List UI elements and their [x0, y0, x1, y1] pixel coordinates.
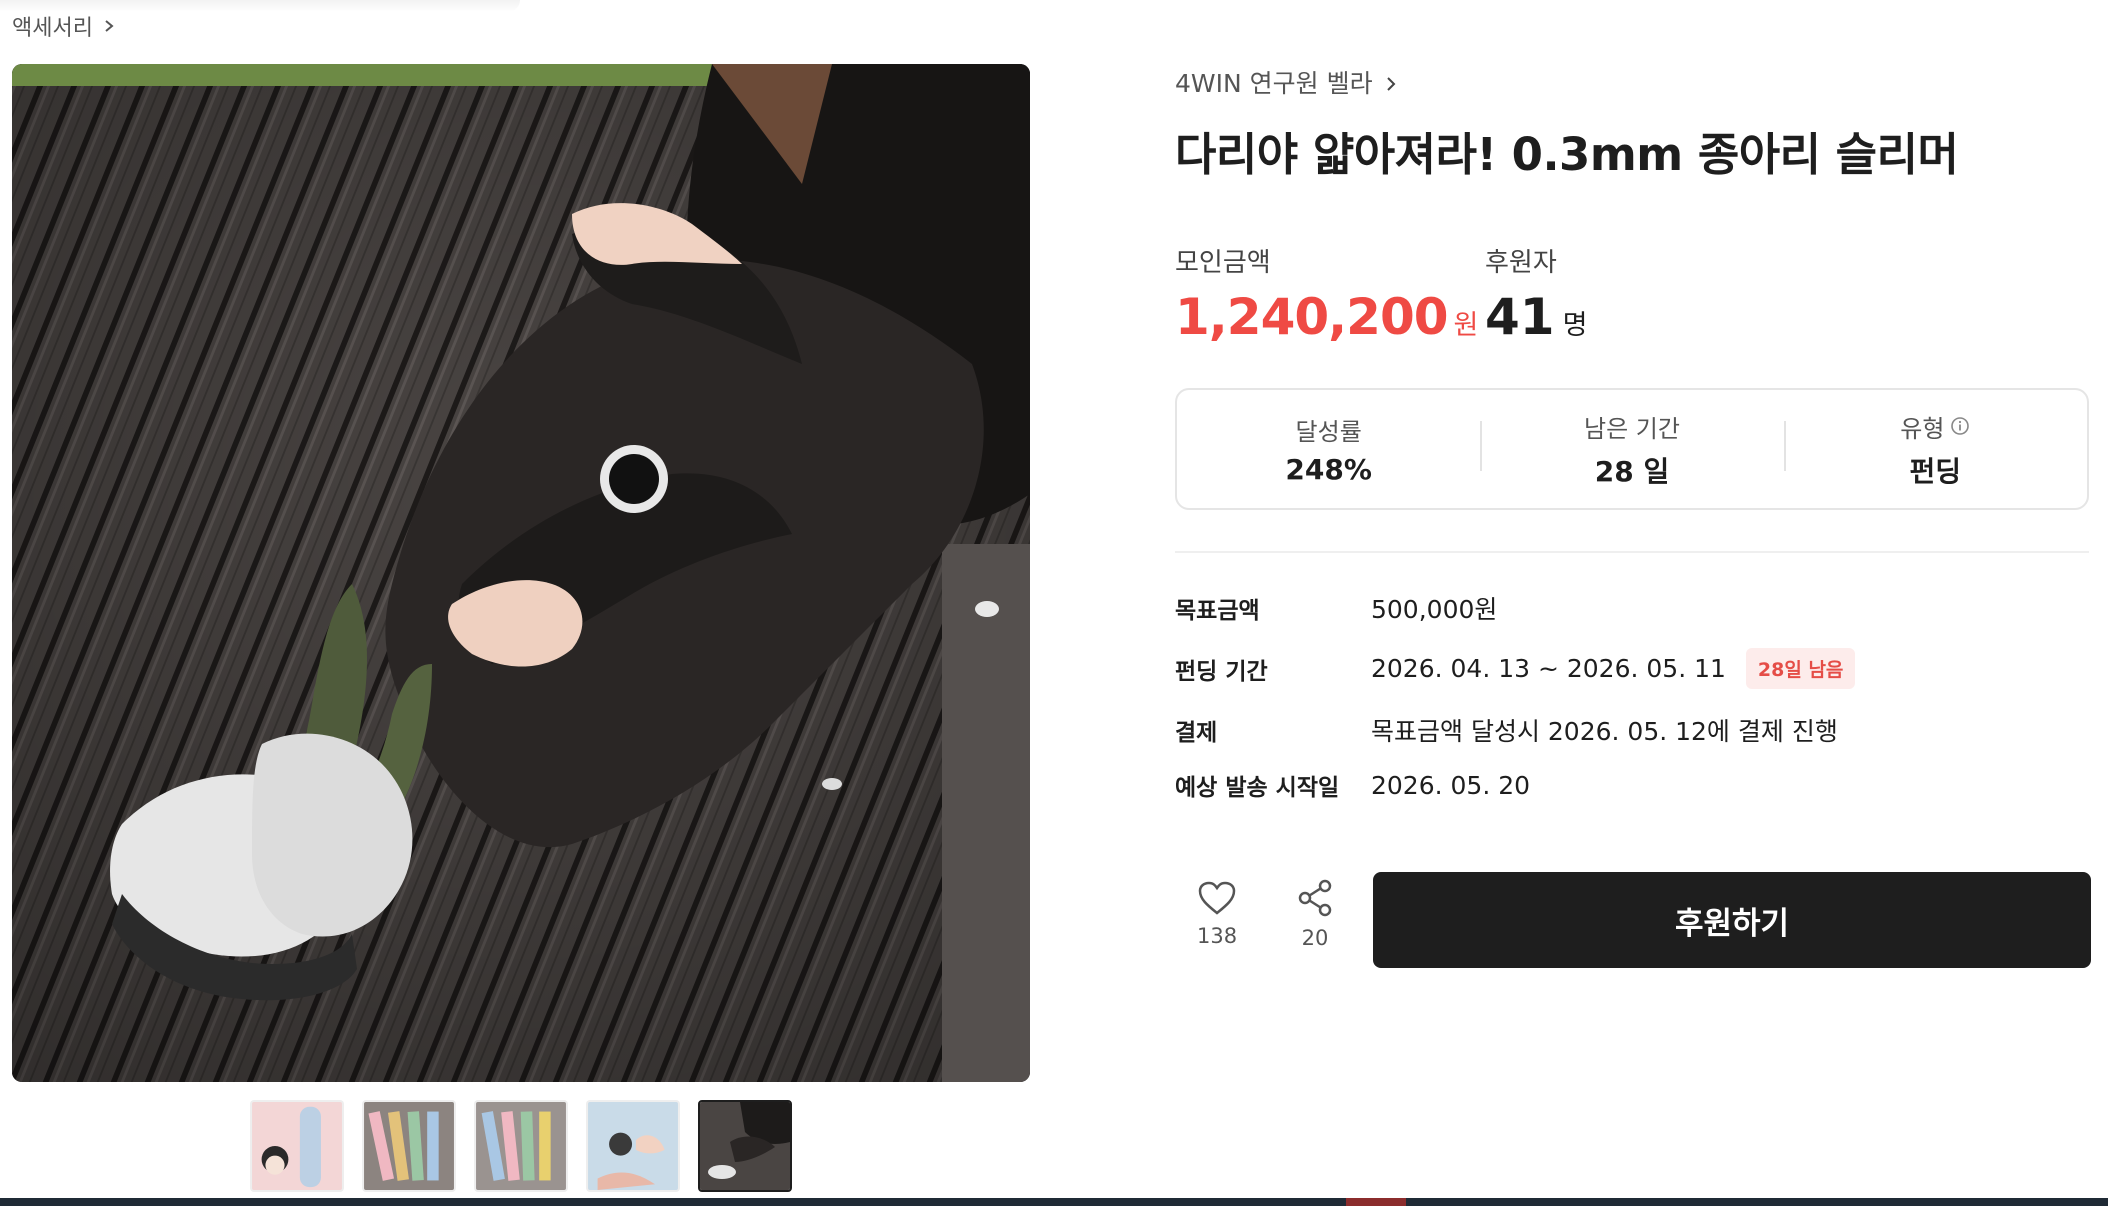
achievement-cell: 달성률 248%: [1177, 412, 1480, 486]
bottom-bar: [0, 1198, 2108, 1206]
goal-row: 목표금액 500,000원: [1175, 590, 1497, 626]
main-product-image: [12, 64, 1030, 1082]
raised-amount: 1,240,200 원: [1175, 288, 1478, 346]
like-count: 138: [1197, 924, 1238, 948]
payment-row: 결제 목표금액 달성시 2026. 05. 12에 결제 진행: [1175, 712, 1838, 748]
supporters-unit: 명: [1562, 310, 1588, 341]
chevron-right-icon: [105, 20, 114, 32]
raised-label: 모인금액: [1175, 248, 1271, 278]
raised-unit: 원: [1453, 310, 1479, 341]
type-cell: 유형 펀딩: [1783, 409, 2087, 490]
supporters-value: 41: [1485, 288, 1555, 346]
creator-name: 4WIN 연구원 벨라: [1175, 69, 1373, 98]
remaining-cell: 남은 기간 28 일: [1480, 409, 1783, 490]
breadcrumb-label: 액세서리: [12, 16, 93, 41]
thumbnail-strip: [250, 1100, 792, 1192]
ship-value: 2026. 05. 20: [1371, 770, 1531, 800]
support-button[interactable]: 후원하기: [1373, 872, 2091, 968]
remaining-value: 28 일: [1594, 454, 1670, 488]
thumbnail-5[interactable]: [698, 1100, 792, 1192]
days-left-badge: 28일 남음: [1745, 648, 1856, 689]
share-button[interactable]: 20: [1295, 878, 1335, 950]
period-label: 펀딩 기간: [1175, 658, 1268, 685]
breadcrumb[interactable]: 액세서리: [12, 10, 117, 42]
like-button[interactable]: 138: [1197, 880, 1237, 948]
summary-box: 달성률 248% 남은 기간 28 일 유형 펀딩: [1175, 388, 2089, 510]
thumbnail-1[interactable]: [250, 1100, 344, 1192]
bottom-bar-marker: [1346, 1198, 1406, 1206]
share-count: 20: [1301, 926, 1329, 950]
goal-value: 500,000원: [1371, 595, 1498, 624]
achievement-value: 248%: [1285, 453, 1372, 486]
payment-label: 결제: [1175, 720, 1218, 746]
ship-row: 예상 발송 시작일 2026. 05. 20: [1175, 768, 1530, 802]
share-icon: [1298, 879, 1332, 917]
thumbnail-3[interactable]: [474, 1100, 568, 1192]
ship-label: 예상 발송 시작일: [1175, 775, 1340, 801]
achievement-label: 달성률: [1295, 418, 1362, 446]
period-row: 펀딩 기간 2026. 04. 13 ~ 2026. 05. 11 28일 남음: [1175, 648, 1856, 689]
section-divider: [1175, 551, 2089, 553]
type-label-row: 유형: [1900, 409, 1970, 444]
type-label: 유형: [1900, 414, 1945, 443]
info-icon[interactable]: [1950, 416, 1970, 436]
period-value: 2026. 04. 13 ~ 2026. 05. 11: [1371, 654, 1726, 683]
type-value: 펀딩: [1909, 454, 1962, 488]
project-title: 다리야 얇아져라! 0.3mm 종아리 슬리머: [1175, 128, 1959, 181]
remaining-label: 남은 기간: [1584, 414, 1680, 443]
payment-value: 목표금액 달성시 2026. 05. 12에 결제 진행: [1371, 717, 1838, 746]
supporters-count: 41 명: [1485, 288, 1587, 346]
creator-link[interactable]: 4WIN 연구원 벨라: [1175, 64, 1399, 100]
heart-icon: [1198, 881, 1236, 915]
raised-value: 1,240,200: [1175, 288, 1449, 346]
thumbnail-4[interactable]: [586, 1100, 680, 1192]
goal-label: 목표금액: [1175, 598, 1260, 624]
thumbnail-2[interactable]: [362, 1100, 456, 1192]
supporters-label: 후원자: [1485, 248, 1557, 278]
chevron-right-icon: [1386, 77, 1396, 91]
